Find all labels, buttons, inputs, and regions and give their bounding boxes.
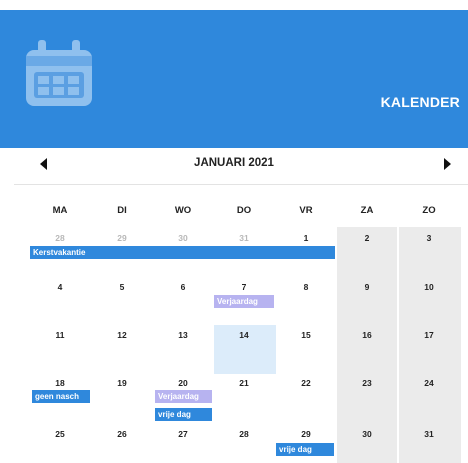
day-cell[interactable]: 15 [276,330,336,340]
weekday-header-za: ZA [360,205,374,216]
weekday-header-wo: WO [174,205,192,216]
day-cell[interactable]: 31 [214,233,274,243]
event-vrije-dag[interactable]: vrije dag [276,443,334,456]
day-cell[interactable]: 27 [153,429,213,439]
day-cell[interactable]: 25 [30,429,90,439]
day-cell-today[interactable]: 14 [214,330,274,340]
divider [14,184,468,185]
day-cell[interactable]: 30 [337,429,397,439]
month-navigation: JANUARI 2021 [0,150,468,180]
day-cell[interactable]: 22 [276,378,336,388]
event-verjaardag[interactable]: Verjaardag [214,295,274,308]
weekday-header-zo: ZO [422,205,436,216]
weekday-header-di: DI [117,205,127,216]
day-cell[interactable]: 13 [153,330,213,340]
day-cell[interactable]: 28 [214,429,274,439]
calendar-icon [26,40,92,106]
day-cell[interactable]: 30 [153,233,213,243]
day-cell[interactable]: 31 [399,429,459,439]
day-cell[interactable]: 28 [30,233,90,243]
weekday-header-do: DO [236,205,252,216]
top-strip [0,0,468,10]
day-cell[interactable]: 1 [276,233,336,243]
day-cell[interactable]: 16 [337,330,397,340]
event-geen-nasch[interactable]: geen nasch [32,390,90,403]
weekday-header-ma: MA [52,205,68,216]
day-cell[interactable]: 23 [337,378,397,388]
weekday-header-vr: VR [299,205,313,216]
day-cell[interactable]: 12 [92,330,152,340]
day-cell[interactable]: 18 [30,378,90,388]
page-title: KALENDER [380,94,460,110]
day-cell[interactable]: 17 [399,330,459,340]
event-kerstvakantie[interactable]: Kerstvakantie [30,246,335,259]
day-cell[interactable]: 21 [214,378,274,388]
weekend-column-za [337,227,397,463]
month-label: JANUARI 2021 [194,157,274,169]
day-cell[interactable]: 29 [276,429,336,439]
day-cell[interactable]: 11 [30,330,90,340]
day-cell[interactable]: 6 [153,282,213,292]
day-cell[interactable]: 8 [276,282,336,292]
event-verjaardag[interactable]: Verjaardag [155,390,212,403]
weekend-column-zo [399,227,461,463]
day-cell[interactable]: 5 [92,282,152,292]
day-cell[interactable]: 29 [92,233,152,243]
day-cell[interactable]: 2 [337,233,397,243]
triangle-right-icon[interactable] [438,154,458,174]
day-cell[interactable]: 24 [399,378,459,388]
event-vrije-dag[interactable]: vrije dag [155,408,212,421]
header-banner: KALENDER [0,10,468,148]
day-cell[interactable]: 3 [399,233,459,243]
day-cell[interactable]: 7 [214,282,274,292]
day-cell[interactable]: 10 [399,282,459,292]
day-cell[interactable]: 20 [153,378,213,388]
day-cell[interactable]: 4 [30,282,90,292]
day-cell[interactable]: 26 [92,429,152,439]
day-cell[interactable]: 19 [92,378,152,388]
day-cell[interactable]: 9 [337,282,397,292]
